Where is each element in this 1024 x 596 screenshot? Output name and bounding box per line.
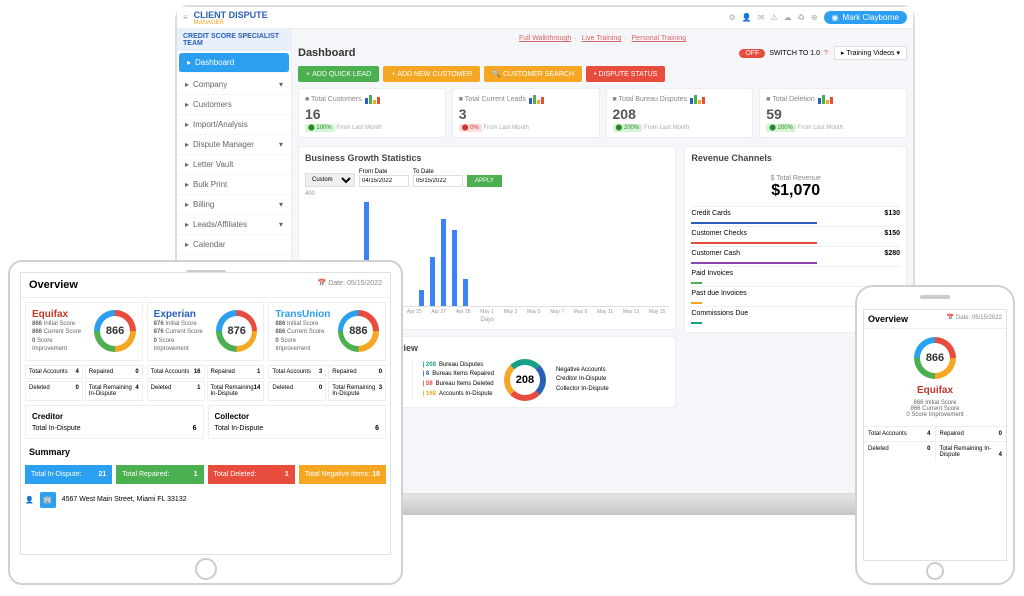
icon-e[interactable]: ☁ — [784, 13, 792, 22]
stat-card: ■ Total Bureau Disputes208⬤ 200% From La… — [606, 88, 754, 138]
stat-card: ■ Total Deletion59⬤ 200% From Last Month — [759, 88, 907, 138]
icon-g[interactable]: ⊕ — [811, 13, 818, 22]
from-date[interactable] — [359, 175, 409, 187]
tablet-frame: Overview 📅 Date: 05/15/2022 Equifax866 I… — [8, 260, 403, 585]
revenue-total: $1,070 — [697, 182, 894, 200]
revenue-item: Customer Cash$280 — [691, 246, 900, 260]
bureau-card: TransUnion886 Initial Score886 Current S… — [268, 302, 386, 361]
link-1[interactable]: Full Walkthrough — [519, 35, 571, 42]
range-select[interactable]: Custom — [305, 173, 355, 187]
nav-company[interactable]: ▸Company▾ — [177, 75, 291, 95]
nav-customers[interactable]: ▸Customers — [177, 95, 291, 115]
bureau-card: Experian876 Initial Score876 Current Sco… — [147, 302, 265, 361]
donut-bureau: 208 — [504, 359, 546, 401]
summary-card: Total Negative Items:18 — [299, 465, 386, 484]
creditor-card: Creditor Total In-Dispute6 — [25, 405, 204, 439]
overview-date: 📅 Date: 05/15/2022 — [318, 279, 382, 291]
add-lead-button[interactable]: + ADD QUICK LEAD — [298, 66, 379, 82]
stat-card: ■ Total Current Leads3⬤ 0% From Last Mon… — [452, 88, 600, 138]
revenue-item: Credit Cards$130 — [691, 206, 900, 220]
toggle-label: SWITCH TO 1.0 — [769, 50, 820, 57]
nav-import/analysis[interactable]: ▸Import/Analysis — [177, 115, 291, 135]
icon-d[interactable]: ⚠ — [771, 13, 778, 22]
summary-card: Total In-Dispute:21 — [25, 465, 112, 484]
stat-card: ■ Total Customers16⬤ 100% From Last Mont… — [298, 88, 446, 138]
avatar-icon: 👤 — [25, 496, 34, 504]
apply-button[interactable]: APPLY — [467, 175, 502, 187]
icon-b[interactable]: 👤 — [742, 13, 752, 22]
nav-letter vault[interactable]: ▸Letter Vault — [177, 155, 291, 175]
version-toggle[interactable]: OFF — [739, 49, 765, 58]
home-button[interactable] — [926, 562, 944, 580]
address: 4567 West Main Street, Miami FL 33132 — [62, 496, 187, 503]
top-icons: ⚙ 👤 ✉ ⚠ ☁ ♻ ⊕ — [729, 13, 818, 22]
walkthrough-links: Full Walkthrough· Live Training· Persona… — [298, 35, 907, 42]
help-icon[interactable]: ? — [824, 50, 828, 57]
summary-card: Total Deleted:1 — [208, 465, 295, 484]
dispute-status-button[interactable]: • DISPUTE STATUS — [586, 66, 665, 82]
icon-f[interactable]: ♻ — [798, 13, 805, 22]
revenue-item: Customer Checks$150 — [691, 226, 900, 240]
nav-calendar[interactable]: ▸Calendar — [177, 235, 291, 255]
add-customer-button[interactable]: + ADD NEW CUSTOMER — [383, 66, 480, 82]
nav-bulk print[interactable]: ▸Bulk Print — [177, 175, 291, 195]
location-icon: 🏢 — [40, 492, 56, 508]
phone-frame: Overview 📅 Date: 05/15/2022 866 Equifax … — [855, 285, 1015, 585]
collector-card: Collector Total In-Dispute6 — [208, 405, 387, 439]
revenue-title: Revenue Channels — [691, 153, 900, 163]
nav-billing[interactable]: ▸Billing▾ — [177, 195, 291, 215]
menu-icon[interactable]: ≡ — [183, 13, 188, 22]
customer-search-button[interactable]: 🔍 CUSTOMER SEARCH — [484, 66, 582, 82]
link-2[interactable]: Live Training — [582, 35, 622, 42]
topbar: ≡ CLIENT DISPUTE MANAGER ⚙ 👤 ✉ ⚠ ☁ ♻ ⊕ ◉ Mark … — [177, 7, 913, 29]
bureau-card: Equifax866 Initial Score866 Current Scor… — [25, 302, 143, 361]
training-videos-button[interactable]: ▸ Training Videos ▾ — [834, 46, 907, 60]
to-date[interactable] — [413, 175, 463, 187]
summary-card: Total Repaired:1 — [116, 465, 203, 484]
avatar-icon: ◉ — [832, 13, 839, 22]
team-badge: CREDIT SCORE SPECIALIST TEAM — [177, 29, 291, 51]
logo-text: CLIENT DISPUTE — [194, 10, 268, 20]
nav-dashboard[interactable]: ▸Dashboard — [179, 53, 289, 73]
growth-title: Business Growth Statistics — [305, 153, 669, 163]
home-button[interactable] — [195, 558, 217, 580]
page-title: Dashboard — [298, 47, 355, 59]
user-pill[interactable]: ◉ Mark Clayborne — [824, 11, 907, 24]
icon-c[interactable]: ✉ — [758, 13, 765, 22]
nav-dispute manager[interactable]: ▸Dispute Manager▾ — [177, 135, 291, 155]
link-3[interactable]: Personal Training — [632, 35, 686, 42]
logo-sub: MANAGER — [194, 20, 268, 26]
overview-title: Overview — [29, 279, 78, 291]
user-name: Mark Clayborne — [843, 13, 899, 22]
icon-a[interactable]: ⚙ — [729, 13, 736, 22]
nav-leads/affiliates[interactable]: ▸Leads/Affiliates▾ — [177, 215, 291, 235]
revenue-item: Paid Invoices — [691, 266, 900, 280]
